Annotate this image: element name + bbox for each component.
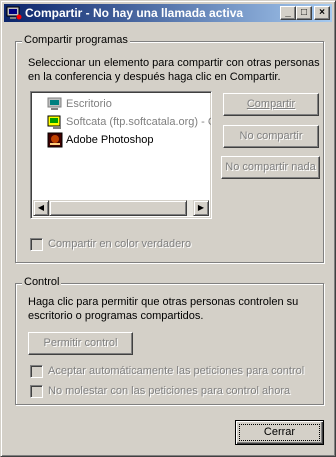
true-color-checkbox[interactable]	[30, 238, 43, 251]
ftp-client-icon	[47, 115, 61, 129]
share-programs-description: Seleccionar un elemento para compartir c…	[28, 56, 320, 84]
control-group: Control Haga clic para permitir que otra…	[15, 276, 324, 405]
share-programs-group-label: Compartir programas	[22, 34, 130, 46]
desktop-icon	[47, 97, 62, 110]
title-bar[interactable]: Compartir - No hay una llamada activa _ …	[4, 4, 332, 22]
allow-control-button-label: Permitir control	[43, 337, 118, 349]
window-title: Compartir - No hay una llamada activa	[25, 6, 244, 20]
netmeeting-share-icon	[6, 6, 22, 20]
photoshop-icon	[47, 132, 63, 148]
list-item-label: Softcata (ftp.softcatala.org) - Co	[66, 116, 212, 128]
list-item-label: Escritorio	[66, 98, 112, 110]
control-description: Haga clic para permitir que otras person…	[28, 295, 298, 323]
scroll-right-icon[interactable]: ▶	[193, 200, 209, 216]
do-not-disturb-label: No molestar con las peticiones para cont…	[48, 385, 291, 397]
focus-rectangle	[239, 424, 320, 441]
control-description-line2: escritorio o programas compartidos.	[28, 310, 204, 322]
list-item-label: Adobe Photoshop	[66, 134, 154, 146]
share-button-label: Compartir	[246, 98, 296, 110]
share-button[interactable]: Compartir	[223, 93, 319, 116]
do-not-disturb-checkbox[interactable]	[30, 385, 43, 398]
auto-accept-label: Aceptar automáticamente las peticiones p…	[48, 365, 305, 377]
minimize-button[interactable]: _	[280, 6, 296, 20]
unshare-all-button-label: No compartir nada	[225, 161, 316, 173]
unshare-button-label: No compartir	[239, 130, 303, 142]
horizontal-scrollbar[interactable]: ◀ ▶	[33, 200, 209, 216]
scroll-thumb[interactable]	[49, 200, 187, 216]
scroll-left-icon[interactable]: ◀	[33, 200, 49, 216]
control-description-line1: Haga clic para permitir que otras person…	[28, 296, 299, 308]
share-window: Compartir - No hay una llamada activa _ …	[0, 0, 336, 457]
unshare-button[interactable]: No compartir	[223, 125, 319, 148]
true-color-label: Compartir en color verdadero	[48, 238, 192, 250]
shareable-programs-list[interactable]: Escritorio Softcata (ftp.softcatala.org)…	[30, 91, 212, 219]
share-programs-description-line2: en la conferencia y después haga clic en…	[28, 71, 281, 83]
close-window-button[interactable]: ×	[314, 6, 330, 20]
unshare-all-button[interactable]: No compartir nada	[221, 156, 320, 179]
auto-accept-checkbox[interactable]	[30, 365, 43, 378]
share-programs-description-line1: Seleccionar un elemento para compartir c…	[28, 57, 320, 69]
control-group-label: Control	[22, 276, 62, 288]
allow-control-button[interactable]: Permitir control	[28, 332, 133, 355]
close-button[interactable]: Cerrar	[235, 420, 324, 445]
maximize-button[interactable]: □	[296, 6, 312, 20]
share-programs-group: Compartir programas Seleccionar un eleme…	[15, 34, 324, 263]
